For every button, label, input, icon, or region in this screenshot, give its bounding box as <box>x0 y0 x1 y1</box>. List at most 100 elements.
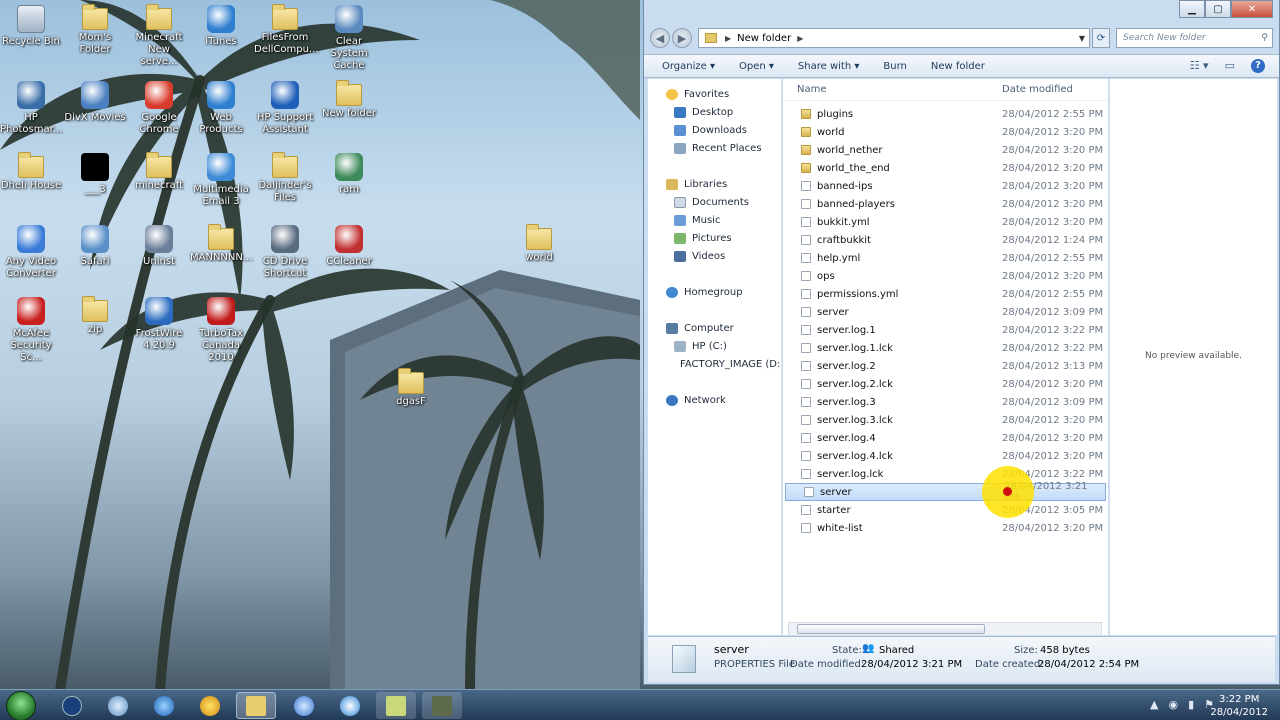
title-bar[interactable]: ▁ ▢ ✕ <box>644 0 1279 24</box>
taskbar-ie-icon[interactable] <box>144 692 184 719</box>
file-row[interactable]: server 28/04/2012 3:09 PM <box>783 303 1108 321</box>
file-row[interactable]: world_the_end 28/04/2012 3:20 PM <box>783 159 1108 177</box>
new-folder-button[interactable]: New folder <box>931 61 985 72</box>
file-row[interactable]: bukkit.yml 28/04/2012 3:20 PM <box>783 213 1108 231</box>
taskbar-minecraft-icon[interactable] <box>422 692 462 719</box>
file-row[interactable]: server.log.4 28/04/2012 3:20 PM <box>783 429 1108 447</box>
desktop-icon[interactable]: minecraft <box>128 152 190 192</box>
nav-libraries[interactable]: Libraries <box>648 175 781 193</box>
desktop-icon[interactable]: Safari <box>64 224 126 268</box>
file-row[interactable]: server.log.1 28/04/2012 3:22 PM <box>783 321 1108 339</box>
desktop-icon[interactable]: Uninst <box>128 224 190 268</box>
help-icon[interactable]: ? <box>1251 59 1265 73</box>
nav-favorites[interactable]: Favorites <box>648 85 781 103</box>
scrollbar-thumb[interactable] <box>797 624 985 634</box>
view-options-icon[interactable]: ☷ ▾ <box>1190 59 1209 73</box>
file-row[interactable]: server.log.3.lck 28/04/2012 3:20 PM <box>783 411 1108 429</box>
tray-volume-icon[interactable]: ◉ <box>1168 698 1178 711</box>
file-row[interactable]: server28/04/2012 3:21 PM <box>785 481 1106 503</box>
nav-music[interactable]: Music <box>648 211 781 229</box>
organize-button[interactable]: Organize ▾ <box>662 61 715 72</box>
file-row[interactable]: banned-ips 28/04/2012 3:20 PM <box>783 177 1108 195</box>
back-button[interactable]: ◀ <box>650 28 670 48</box>
desktop-icon[interactable]: world <box>508 224 570 264</box>
nav-drive-d[interactable]: FACTORY_IMAGE (D:) <box>648 355 781 373</box>
desktop-icon[interactable]: CCleaner <box>318 224 380 268</box>
taskbar-globe-icon[interactable] <box>190 692 230 719</box>
taskbar-safari-icon[interactable] <box>98 692 138 719</box>
nav-network[interactable]: Network <box>648 391 781 409</box>
tray-network-icon[interactable]: ▲ <box>1150 698 1158 711</box>
nav-documents[interactable]: Documents <box>648 193 781 211</box>
file-row[interactable]: world 28/04/2012 3:20 PM <box>783 123 1108 141</box>
nav-computer[interactable]: Computer <box>648 319 781 337</box>
desktop-icon[interactable]: FrostWire 4.20.9 <box>128 296 190 352</box>
taskbar-explorer-icon[interactable] <box>236 692 276 719</box>
file-row[interactable]: plugins 28/04/2012 2:55 PM <box>783 105 1108 123</box>
desktop-icon[interactable]: McAfee Security Sc... <box>0 296 62 364</box>
nav-downloads[interactable]: Downloads <box>648 121 781 139</box>
desktop-icon[interactable]: Google Chrome <box>128 80 190 136</box>
desktop-icon[interactable]: Minecraft New serve... <box>128 4 190 68</box>
horizontal-scrollbar[interactable] <box>788 622 1102 636</box>
nav-recent-places[interactable]: Recent Places <box>648 139 781 157</box>
file-row[interactable]: server.log.2.lck 28/04/2012 3:20 PM <box>783 375 1108 393</box>
taskbar-clock[interactable]: 3:22 PM 28/04/2012 <box>1210 693 1268 719</box>
close-button[interactable]: ✕ <box>1231 0 1273 18</box>
column-date-modified[interactable]: Date modified <box>1002 84 1073 95</box>
desktop-icon[interactable]: Multimedia Email 3 <box>190 152 252 208</box>
file-row[interactable]: white-list 28/04/2012 3:20 PM <box>783 519 1108 537</box>
taskbar-itunes-icon[interactable] <box>284 692 324 719</box>
maximize-button[interactable]: ▢ <box>1205 0 1231 18</box>
file-row[interactable]: server.log.3 28/04/2012 3:09 PM <box>783 393 1108 411</box>
nav-pictures[interactable]: Pictures <box>648 229 781 247</box>
desktop-icon[interactable]: Clear System Cache <box>318 4 380 72</box>
desktop-icon[interactable]: HP Photosmar... <box>0 80 62 136</box>
file-row[interactable]: banned-players 28/04/2012 3:20 PM <box>783 195 1108 213</box>
desktop-icon[interactable]: FilesFrom DellCompu... <box>254 4 318 56</box>
file-row[interactable]: starter 28/04/2012 3:05 PM <box>783 501 1108 519</box>
desktop-icon[interactable]: iTunes <box>190 4 252 48</box>
desktop-icon[interactable]: dgasF <box>380 368 442 408</box>
forward-button[interactable]: ▶ <box>672 28 692 48</box>
desktop-icon[interactable]: Dheli House <box>0 152 62 192</box>
desktop-icon[interactable]: CD Drive Shortcut <box>254 224 316 280</box>
taskbar-hp-icon[interactable] <box>52 692 92 719</box>
desktop-icon[interactable]: Mom's Folder <box>64 4 126 56</box>
file-row[interactable]: permissions.yml 28/04/2012 2:55 PM <box>783 285 1108 303</box>
column-name[interactable]: Name <box>783 84 1002 95</box>
start-button[interactable] <box>6 691 36 720</box>
desktop-icon[interactable]: Daljinder's Files <box>254 152 316 204</box>
desktop-icon[interactable]: MANNNNN... <box>190 224 252 264</box>
nav-homegroup[interactable]: Homegroup <box>648 283 781 301</box>
open-button[interactable]: Open ▾ <box>739 61 774 72</box>
share-with-button[interactable]: Share with ▾ <box>798 61 859 72</box>
search-input[interactable]: Search New folder ⚲ <box>1116 28 1273 48</box>
file-row[interactable]: ops 28/04/2012 3:20 PM <box>783 267 1108 285</box>
file-row[interactable]: help.yml 28/04/2012 2:55 PM <box>783 249 1108 267</box>
file-row[interactable]: server.log.2 28/04/2012 3:13 PM <box>783 357 1108 375</box>
desktop-icon[interactable]: New folder <box>318 80 380 120</box>
burn-button[interactable]: Burn <box>883 61 906 72</box>
minimize-button[interactable]: ▁ <box>1179 0 1205 18</box>
tray-power-icon[interactable]: ▮ <box>1188 698 1194 711</box>
desktop-icon[interactable]: DivX Movies <box>64 80 126 124</box>
desktop-icon[interactable]: Any Video Converter <box>0 224 62 280</box>
address-bar[interactable]: ▶ New folder ▶ ▼ <box>698 28 1090 48</box>
file-row[interactable]: server.log.1.lck 28/04/2012 3:22 PM <box>783 339 1108 357</box>
nav-videos[interactable]: Videos <box>648 247 781 265</box>
desktop-icon[interactable]: ___3 <box>64 152 126 196</box>
preview-pane-icon[interactable]: ▭ <box>1225 59 1235 73</box>
desktop-icon[interactable]: Web Products <box>190 80 252 136</box>
chevron-down-icon[interactable]: ▼ <box>1079 34 1085 43</box>
nav-desktop[interactable]: Desktop <box>648 103 781 121</box>
desktop-icon[interactable]: zip <box>64 296 126 336</box>
refresh-button[interactable]: ⟳ <box>1092 28 1110 48</box>
desktop-icon[interactable]: Recycle Bin <box>0 4 62 48</box>
file-row[interactable]: craftbukkit 28/04/2012 1:24 PM <box>783 231 1108 249</box>
nav-drive-c[interactable]: HP (C:) <box>648 337 781 355</box>
desktop-icon[interactable]: TurboTax Canada 2010 <box>190 296 252 364</box>
taskbar-notepad-icon[interactable] <box>376 692 416 719</box>
desktop-icon[interactable]: HP Support Assistant <box>254 80 316 136</box>
taskbar-app-icon[interactable] <box>330 692 370 719</box>
